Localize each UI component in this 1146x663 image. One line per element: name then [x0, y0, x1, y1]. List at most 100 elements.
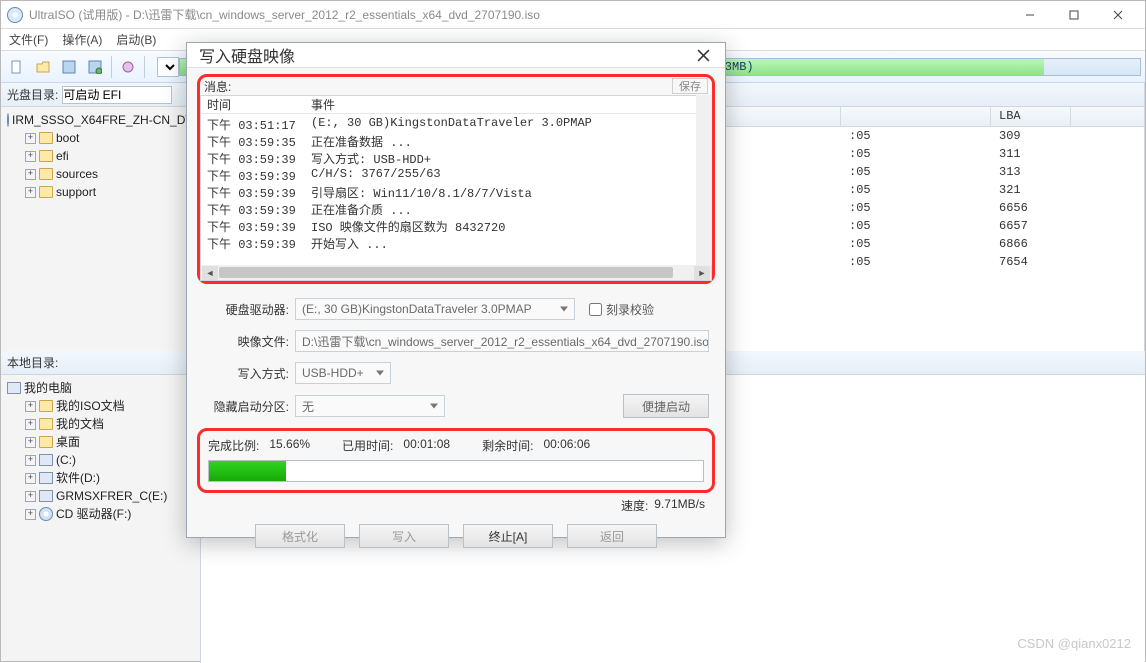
elapsed-label: 已用时间: — [342, 437, 393, 454]
expander-icon[interactable]: + — [25, 133, 36, 144]
local-tree-item[interactable]: +CD 驱动器(F:) — [7, 505, 194, 523]
window-controls — [1009, 4, 1139, 26]
expander-icon[interactable]: + — [25, 437, 36, 448]
disc-tree[interactable]: IRM_SSSO_X64FRE_ZH-CN_DV5 + boot +efi +so… — [1, 107, 200, 205]
hscroll-left-icon[interactable]: ◄ — [202, 266, 218, 280]
disc-tree-pane: 光盘目录: IRM_SSSO_X64FRE_ZH-CN_DV5 + boot +e… — [1, 83, 201, 351]
expander-icon[interactable]: + — [25, 491, 36, 502]
disc-tree-label: 光盘目录: — [7, 86, 58, 103]
back-button[interactable]: 返回 — [567, 524, 657, 548]
dialog-title: 写入硬盘映像 — [199, 43, 295, 67]
tb-misc-icon[interactable] — [116, 55, 140, 79]
close-button[interactable] — [1097, 4, 1139, 26]
drive-select[interactable]: (E:, 30 GB)KingstonDataTraveler 3.0PMAP — [295, 298, 575, 320]
menu-action[interactable]: 操作(A) — [62, 31, 102, 48]
local-tree-item[interactable]: +桌面 — [7, 433, 194, 451]
local-tree-label: 本地目录: — [7, 354, 58, 371]
tb-new-icon[interactable] — [5, 55, 29, 79]
expander-icon[interactable]: + — [25, 509, 36, 520]
local-tree-item[interactable]: +我的ISO文档 — [7, 397, 194, 415]
write-mode-select[interactable]: USB-HDD+ — [295, 362, 391, 384]
log-col-event[interactable]: 事件 — [305, 96, 711, 113]
title-bar: UltraISO (试用版) - D:\迅雷下载\cn_windows_serv… — [1, 1, 1145, 29]
abort-button[interactable]: 终止[A] — [463, 524, 553, 548]
local-tree-item[interactable]: 我的电脑 — [7, 379, 194, 397]
hscroll-right-icon[interactable]: ► — [694, 266, 710, 280]
hscroll-thumb[interactable] — [219, 267, 673, 278]
tree-root-label: IRM_SSSO_X64FRE_ZH-CN_DV5 — [12, 111, 200, 129]
quick-boot-button[interactable]: 便捷启动 — [623, 394, 709, 418]
toolbar-separator — [111, 56, 112, 78]
log-row[interactable]: 下午 03:59:39C/H/S: 3767/255/63 — [201, 167, 711, 184]
write-button[interactable]: 写入 — [359, 524, 449, 548]
log-row[interactable]: 下午 03:59:39引导扇区: Win11/10/8.1/8/7/Vista — [201, 184, 711, 201]
menu-file[interactable]: 文件(F) — [9, 31, 48, 48]
hide-boot-select[interactable]: 无 — [295, 395, 445, 417]
verify-checkbox-input[interactable] — [589, 303, 602, 316]
tb-open-icon[interactable] — [31, 55, 55, 79]
menu-boot[interactable]: 启动(B) — [116, 31, 156, 48]
pct-value: 15.66% — [269, 437, 310, 454]
expander-icon[interactable]: + — [25, 151, 36, 162]
maximize-button[interactable] — [1053, 4, 1095, 26]
verify-checkbox[interactable]: 刻录校验 — [589, 301, 654, 318]
local-tree-item[interactable]: + GRMSXFRER_C(E:) — [7, 487, 194, 505]
log-row[interactable]: 下午 03:59:39写入方式: USB-HDD+ — [201, 150, 711, 167]
row-hide-boot: 隐藏启动分区: 无 便捷启动 — [199, 394, 709, 418]
tree-label: boot — [56, 129, 79, 147]
local-tree-item[interactable]: +软件(D:) — [7, 469, 194, 487]
save-log-button[interactable]: 保存 — [672, 78, 708, 94]
tb-save-icon[interactable] — [57, 55, 81, 79]
log-hscrollbar[interactable]: ◄ ► — [200, 265, 712, 281]
drive-icon — [39, 472, 53, 484]
tb-saveas-icon[interactable] — [83, 55, 107, 79]
tree-item-sources[interactable]: +sources — [7, 165, 194, 183]
minimize-button[interactable] — [1009, 4, 1051, 26]
row-image: 映像文件: D:\迅雷下载\cn_windows_server_2012_r2_… — [199, 330, 709, 352]
tree-item-efi[interactable]: +efi — [7, 147, 194, 165]
local-tree-label: GRMSXFRER_C(E:) — [56, 487, 167, 505]
expander-icon[interactable]: + — [25, 473, 36, 484]
boot-type-field[interactable] — [62, 86, 172, 104]
progress-bar — [208, 460, 704, 482]
label-hide-boot: 隐藏启动分区: — [199, 398, 289, 415]
col-lba[interactable]: LBA — [991, 107, 1071, 126]
local-tree[interactable]: 我的电脑+我的ISO文档+我的文档+桌面+(C:)+软件(D:)+GRMSXFR… — [1, 375, 200, 527]
local-tree-item[interactable]: +我的文档 — [7, 415, 194, 433]
capacity-select[interactable] — [157, 57, 179, 77]
log-row[interactable]: 下午 03:59:39开始写入 ... — [201, 235, 711, 252]
log-row[interactable]: 下午 03:59:35正在准备数据 ... — [201, 133, 711, 150]
message-log-group: 消息: 保存 时间 事件 下午 03:51:17(E:, 30 GB)Kings… — [197, 74, 715, 284]
format-button[interactable]: 格式化 — [255, 524, 345, 548]
expander-icon[interactable]: + — [25, 401, 36, 412]
log-row[interactable]: 下午 03:51:17(E:, 30 GB)KingstonDataTravel… — [201, 116, 711, 133]
expander-icon[interactable]: + — [25, 455, 36, 466]
log-box[interactable]: 时间 事件 下午 03:51:17(E:, 30 GB)KingstonData… — [200, 95, 712, 265]
expander-icon[interactable]: + — [25, 169, 36, 180]
col-type[interactable] — [721, 107, 841, 126]
log-vscrollbar[interactable] — [696, 95, 712, 265]
speed-row: 速度: 9.71MB/s — [197, 493, 715, 514]
pc-icon — [7, 382, 21, 394]
tree-root[interactable]: IRM_SSSO_X64FRE_ZH-CN_DV5 — [7, 111, 194, 129]
tree-item-support[interactable]: +support — [7, 183, 194, 201]
log-row[interactable]: 下午 03:59:39正在准备介质 ... — [201, 201, 711, 218]
image-field[interactable]: D:\迅雷下载\cn_windows_server_2012_r2_essent… — [295, 330, 709, 352]
folder-icon — [39, 150, 53, 162]
local-tree-item[interactable]: +(C:) — [7, 451, 194, 469]
elapsed-value: 00:01:08 — [403, 437, 450, 454]
log-row[interactable]: 下午 03:59:39ISO 映像文件的扇区数为 8432720 — [201, 218, 711, 235]
col-date[interactable] — [841, 107, 991, 126]
dialog-close-button[interactable] — [691, 43, 715, 67]
dialog-title-bar: 写入硬盘映像 — [187, 43, 725, 68]
label-write-mode: 写入方式: — [199, 365, 289, 382]
expander-icon[interactable]: + — [25, 419, 36, 430]
watermark: CSDN @qianx0212 — [1017, 636, 1131, 651]
message-label: 消息: — [204, 78, 231, 95]
expander-icon[interactable]: + — [25, 187, 36, 198]
tree-item-boot[interactable]: + boot — [7, 129, 194, 147]
log-col-time[interactable]: 时间 — [201, 96, 305, 113]
local-tree-label: 我的电脑 — [24, 379, 72, 397]
label-drive: 硬盘驱动器: — [199, 301, 289, 318]
remain-label: 剩余时间: — [482, 437, 533, 454]
